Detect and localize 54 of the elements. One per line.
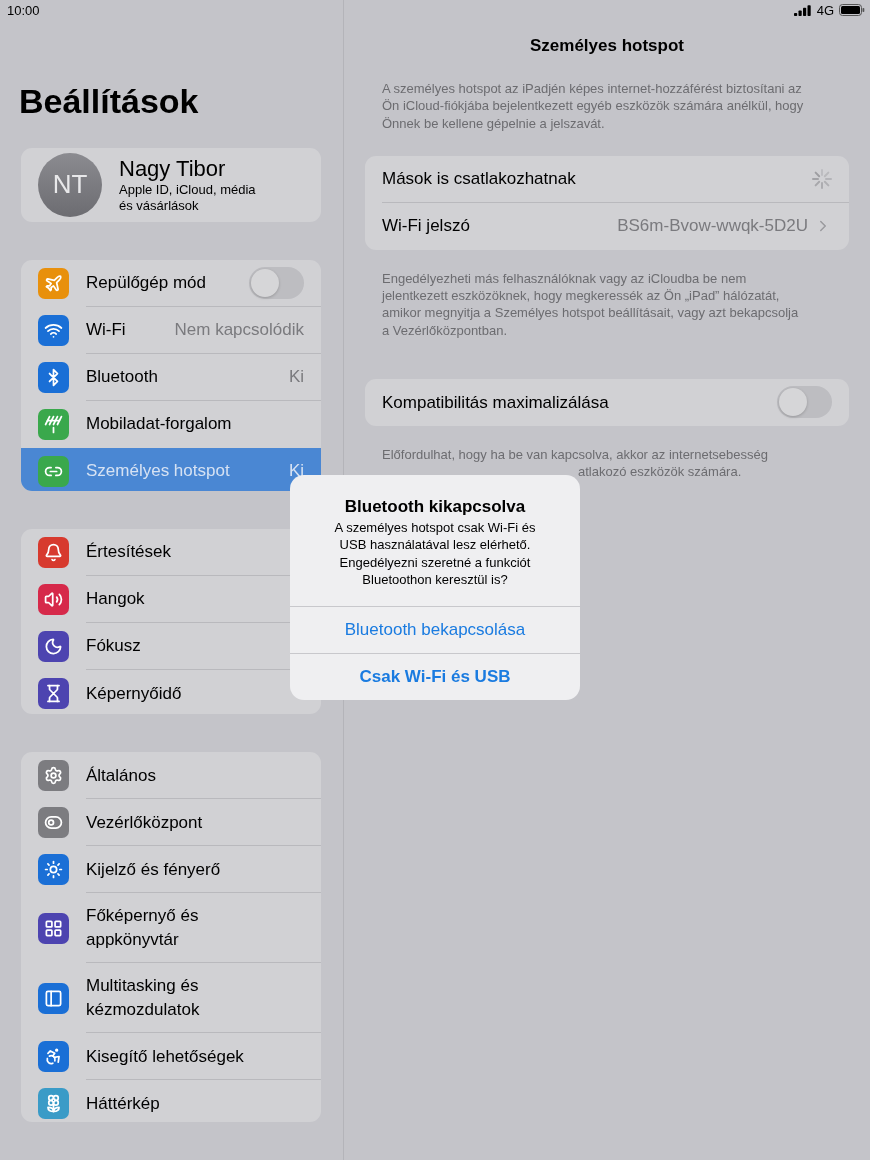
sidebar-item[interactable]: Repülőgép mód (21, 259, 321, 307)
item-label: Wi-Fi (86, 318, 127, 341)
sidebar-item[interactable]: Wi-Fi Nem kapcsolódik (21, 306, 321, 354)
sidebar-item[interactable]: Általános (21, 752, 321, 800)
toggle-switch[interactable] (777, 386, 832, 419)
item-value: Ki (288, 461, 304, 482)
network-type: 4G (816, 2, 834, 18)
sidebar-item[interactable]: Kijelző és fényerő (21, 846, 321, 894)
item-value: Nem kapcsolódik (174, 319, 304, 340)
row-label: Wi-Fi jelszó (382, 215, 471, 238)
intro-text: A személyes hotspot az iPadjén képes internet-hozzáférést biztosítani az Ön iCloud-fiókjába bejelentkezett egyéb eszközök számára anélkül, hogy Önnek be kellene gépelnie a jelszavát. (382, 80, 805, 132)
item-value: Ki (288, 366, 304, 387)
alert-title: Bluetooth kikapcsolva (343, 496, 527, 518)
item-label: Személyes hotspot (86, 460, 231, 483)
item-label: Mobiladat-forgalom (86, 413, 233, 436)
item-label: Bluetooth (86, 365, 159, 388)
item-label: Általános (86, 764, 157, 787)
item-label: Fókusz (86, 635, 142, 658)
item-label: Vezérlőközpont (86, 811, 204, 834)
alert-message: A személyes hotspot csak Wi-Fi és USB használatával lesz elérhető. Engedélyezni szeretné a funkciót Bluetoothon keresztül is? (333, 519, 537, 589)
footer-text: Előfordulhat, hogy ha be van kapcsolva, akkor az internetsebesség (381, 445, 769, 464)
row-label: Kompatibilitás maximalizálása (382, 391, 610, 414)
battery-icon (839, 4, 865, 16)
sidebar-item[interactable]: Bluetooth Ki (21, 353, 321, 401)
avatar: NT (38, 152, 102, 217)
profile-card[interactable]: NT Nagy Tibor Apple ID, iCloud, média és vásárlások (21, 147, 321, 222)
page-title: Beállítások (19, 81, 200, 121)
item-label: Háttérkép (86, 1093, 161, 1116)
sidebar-item[interactable]: Vezérlőközpont (21, 799, 321, 847)
signal-icon (793, 4, 812, 16)
detail-title: Személyes hotspot (529, 36, 685, 56)
item-label: Képernyőidő (86, 682, 183, 705)
item-label: Főképernyő és appkönyvtár (86, 905, 200, 951)
sidebar-item[interactable]: Multitasking és kézmozdulatok (21, 963, 321, 1034)
item-label: Multitasking és kézmozdulatok (86, 975, 201, 1021)
sidebar-item[interactable]: Háttérkép (21, 1080, 321, 1122)
alert-button[interactable]: Bluetooth bekapcsolása (290, 606, 580, 654)
item-label: Kijelző és fényerő (86, 858, 222, 881)
row-label: Mások is csatlakozhatnak (382, 167, 577, 190)
item-label: Kisegítő lehetőségek (86, 1045, 245, 1068)
footer-text: atlakozó eszközök számára. (577, 463, 743, 481)
profile-subtitle: Apple ID, iCloud, média és vásárlások (119, 182, 256, 214)
sidebar-item[interactable]: Főképernyő és appkönyvtár (21, 893, 321, 964)
item-label: Repülőgép mód (86, 271, 208, 294)
item-label: Értesítések (86, 541, 173, 564)
status-time: 10:00 (7, 2, 41, 20)
spinner-icon (812, 168, 832, 189)
footer-text: Engedélyezheti más felhasználóknak vagy az iCloudba be nem jelentkezett eszközöknek, hogy megkeressék az Ön „iPad” hálózatát, amikor megnyitja a Személyes hotspot beállításait, vagy azt bekapcsolja a Vezérlőközpontban. (382, 269, 800, 339)
sidebar-item[interactable]: Kisegítő lehetőségek (21, 1033, 321, 1081)
sidebar-item[interactable]: Mobiladat-forgalom (21, 400, 321, 448)
toggle-switch[interactable] (249, 266, 304, 299)
item-label: Hangok (86, 588, 146, 611)
alert-button[interactable]: Csak Wi-Fi és USB (290, 653, 580, 701)
profile-name: Nagy Tibor (119, 156, 227, 183)
